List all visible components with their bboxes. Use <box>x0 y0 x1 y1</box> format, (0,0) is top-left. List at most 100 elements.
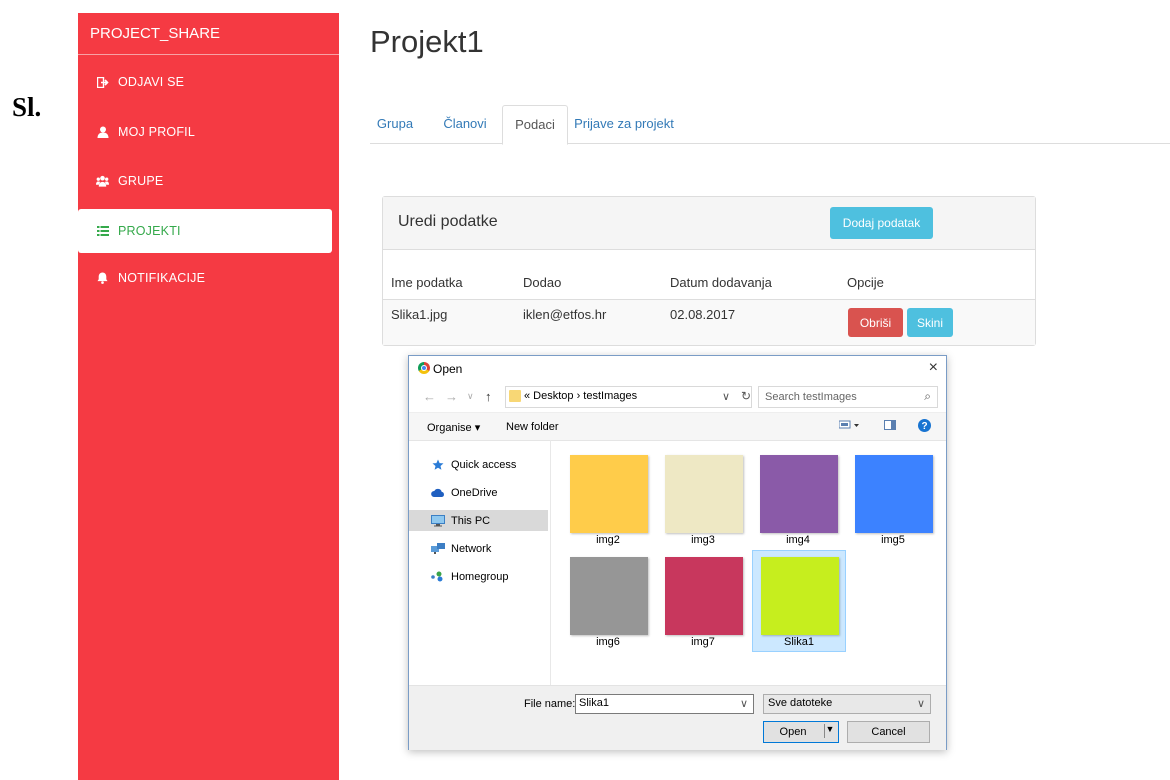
brand-title[interactable]: PROJECT_SHARE <box>78 13 339 55</box>
cell-date: 02.08.2017 <box>670 307 736 322</box>
sidebar-item-label: ODJAVI SE <box>118 75 185 89</box>
sidebar-item-projekti[interactable]: PROJEKTI <box>78 209 332 253</box>
file-name: img7 <box>691 636 715 648</box>
cell-added-by: iklen@etfos.hr <box>523 307 607 322</box>
cancel-button[interactable]: Cancel <box>847 721 930 743</box>
new-folder-button[interactable]: New folder <box>506 421 559 433</box>
add-data-button[interactable]: Dodaj podatak <box>830 207 933 239</box>
sidebar-item-moj-profil[interactable]: MOJ PROFIL <box>78 110 332 154</box>
chevron-down-icon[interactable]: ∨ <box>917 697 925 710</box>
network-icon <box>431 542 445 555</box>
nav-quick-access[interactable]: Quick access <box>409 454 548 475</box>
column-header: Datum dodavanja <box>670 275 772 290</box>
file-name: img5 <box>881 534 905 546</box>
tab-podaci[interactable]: Podaci <box>502 105 568 145</box>
dialog-title: Open <box>433 362 463 376</box>
users-icon <box>96 175 109 188</box>
sidebar-item-label: MOJ PROFIL <box>118 125 196 139</box>
view-options-icon[interactable] <box>838 420 861 433</box>
page-title: Projekt1 <box>370 24 484 59</box>
dialog-titlebar[interactable]: Open × <box>409 356 946 382</box>
address-row: ← → ∨ ↑ « Desktop › testImages ∨ ↻ Searc… <box>409 386 946 408</box>
search-input[interactable]: Search testImages ⌕ <box>758 386 938 408</box>
tab-clanovi[interactable]: Članovi <box>432 105 498 142</box>
dialog-toolbar: Organise ▾ New folder ? <box>409 412 946 441</box>
nav-network[interactable]: Network <box>409 538 548 559</box>
file-grid: img2 img3 img4 img5 img6 img7 Slika1 <box>550 440 946 685</box>
nav-homegroup[interactable]: Homegroup <box>409 566 548 587</box>
column-header: Dodao <box>523 275 562 290</box>
file-type-value: Sve datoteke <box>768 697 833 709</box>
download-button[interactable]: Skini <box>907 308 953 337</box>
organise-button[interactable]: Organise ▾ <box>427 421 480 434</box>
sidebar-item-label: PROJEKTI <box>118 224 181 238</box>
sidebar-item-label: GRUPE <box>118 174 164 188</box>
help-icon[interactable]: ? <box>918 419 931 435</box>
forward-arrow-icon[interactable]: → <box>445 389 458 404</box>
homegroup-icon <box>431 571 445 583</box>
navigation-pane: Quick access OneDrive This PC Network Ho… <box>409 440 551 685</box>
bell-icon <box>96 272 109 285</box>
sign-out-icon <box>96 76 109 89</box>
file-name: Slika1 <box>784 636 814 648</box>
nav-label: OneDrive <box>451 486 498 499</box>
file-thumbnail[interactable]: img3 <box>657 449 749 549</box>
file-name-input[interactable]: Slika1 ∨ <box>575 694 754 714</box>
file-name: img4 <box>786 534 810 546</box>
panel-title: Uredi podatke <box>398 213 498 230</box>
file-thumbnail[interactable]: img4 <box>752 449 844 549</box>
up-arrow-icon[interactable]: ↑ <box>485 389 492 404</box>
delete-button[interactable]: Obriši <box>848 308 903 337</box>
sidebar-item-grupe[interactable]: GRUPE <box>78 159 332 203</box>
chevron-down-icon[interactable]: ∨ <box>740 697 748 710</box>
chrome-icon <box>418 362 430 374</box>
image-preview <box>570 455 648 533</box>
tab-grupa[interactable]: Grupa <box>370 105 420 142</box>
nav-onedrive[interactable]: OneDrive <box>409 482 548 503</box>
file-type-select[interactable]: Sve datoteke ∨ <box>763 694 931 714</box>
file-thumbnail[interactable]: img2 <box>562 449 654 549</box>
refresh-icon[interactable]: ↻ <box>741 389 751 403</box>
search-placeholder: Search testImages <box>765 391 857 403</box>
nav-this-pc[interactable]: This PC <box>409 510 548 531</box>
file-thumbnail[interactable]: img6 <box>562 551 654 651</box>
file-thumbnail[interactable]: img5 <box>847 449 939 549</box>
image-preview <box>761 557 839 635</box>
image-preview <box>665 557 743 635</box>
sidebar-item-notifikacije[interactable]: NOTIFIKACIJE <box>78 256 332 300</box>
svg-text:?: ? <box>921 421 927 432</box>
file-thumbnail-selected[interactable]: Slika1 <box>752 550 846 652</box>
image-preview <box>570 557 648 635</box>
tab-prijave-za-projekt[interactable]: Prijave za projekt <box>570 105 678 142</box>
image-preview <box>855 455 933 533</box>
search-icon: ⌕ <box>924 389 931 403</box>
nav-label: Network <box>451 542 492 555</box>
open-split-arrow-icon[interactable]: ▼ <box>824 724 835 738</box>
star-icon <box>431 459 445 471</box>
preview-pane-icon[interactable] <box>884 420 896 433</box>
file-name: img3 <box>691 534 715 546</box>
image-preview <box>760 455 838 533</box>
cell-file-name: Slika1.jpg <box>391 307 448 322</box>
tab-bar: Grupa Članovi Podaci Prijave za projekt <box>370 105 1170 145</box>
recent-locations-icon[interactable]: ∨ <box>467 391 474 402</box>
sidebar: PROJECT_SHARE ODJAVI SE MOJ PROFIL GRUPE… <box>78 13 339 780</box>
open-button[interactable]: Open ▼ <box>763 721 839 743</box>
address-path: « Desktop › testImages <box>524 390 638 402</box>
file-name: img2 <box>596 534 620 546</box>
user-icon <box>96 126 109 139</box>
back-arrow-icon[interactable]: ← <box>423 389 436 404</box>
file-name: img6 <box>596 636 620 648</box>
file-thumbnail[interactable]: img7 <box>657 551 749 651</box>
sidebar-item-label: NOTIFIKACIJE <box>118 271 206 285</box>
data-panel: Uredi podatke Dodaj podatak Ime podatka … <box>382 196 1036 346</box>
list-icon <box>96 225 109 238</box>
sidebar-item-odjavi-se[interactable]: ODJAVI SE <box>78 60 332 104</box>
close-icon[interactable]: × <box>929 359 938 377</box>
file-name-value: Slika1 <box>579 697 609 709</box>
address-bar[interactable]: « Desktop › testImages ∨ <box>505 386 752 408</box>
column-header: Ime podatka <box>391 275 463 290</box>
computer-icon <box>431 514 445 527</box>
folder-icon <box>509 390 521 402</box>
chevron-down-icon[interactable]: ∨ <box>722 390 730 403</box>
